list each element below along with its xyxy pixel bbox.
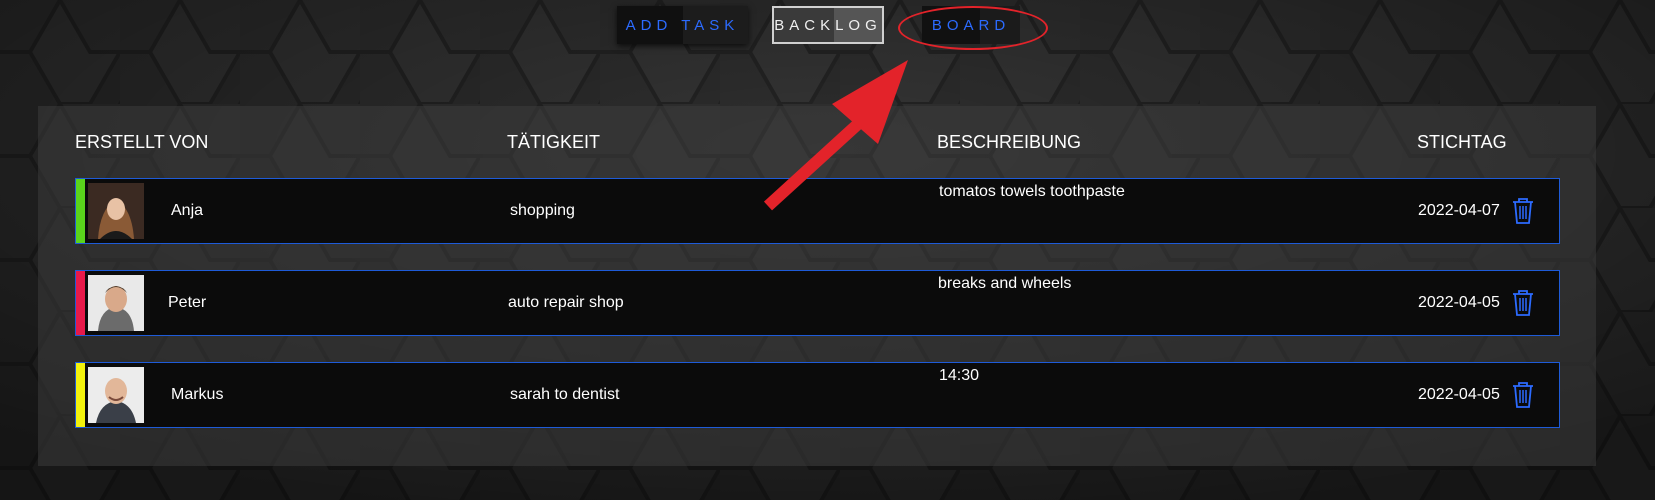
avatar bbox=[88, 275, 144, 331]
top-navigation: ADD TASK BACKLOG BOARD bbox=[0, 6, 1655, 46]
description-text: 14:30 bbox=[939, 367, 980, 384]
activity-text: sarah to dentist bbox=[510, 386, 620, 403]
priority-stripe bbox=[76, 271, 85, 335]
activity-text: shopping bbox=[510, 202, 575, 219]
creator-name: Peter bbox=[168, 294, 207, 311]
backlog-button[interactable]: BACKLOG bbox=[772, 6, 884, 44]
table-row[interactable]: Anja shopping tomatos towels toothpaste … bbox=[75, 178, 1560, 244]
creator-name: Anja bbox=[171, 202, 204, 219]
header-activity: TÄTIGKEIT bbox=[507, 132, 601, 152]
priority-stripe bbox=[76, 179, 85, 243]
avatar bbox=[88, 367, 144, 423]
add-task-label: ADD TASK bbox=[625, 16, 740, 34]
creator-name: Markus bbox=[171, 386, 224, 403]
due-date-text: 2022-04-07 bbox=[1418, 202, 1500, 219]
activity-text: auto repair shop bbox=[508, 294, 624, 311]
backlog-label: BACKLOG bbox=[774, 16, 882, 34]
header-due-date: STICHTAG bbox=[1417, 132, 1507, 152]
header-description: BESCHREIBUNG bbox=[937, 132, 1082, 152]
due-date-text: 2022-04-05 bbox=[1418, 294, 1500, 311]
description-text: breaks and wheels bbox=[938, 275, 1072, 292]
due-date-text: 2022-04-05 bbox=[1418, 386, 1500, 403]
trash-icon[interactable] bbox=[1511, 289, 1535, 317]
table-row[interactable]: Peter auto repair shop breaks and wheels… bbox=[75, 270, 1560, 336]
add-task-button[interactable]: ADD TASK bbox=[617, 6, 748, 44]
priority-stripe bbox=[76, 363, 85, 427]
trash-icon[interactable] bbox=[1511, 197, 1535, 225]
trash-icon[interactable] bbox=[1511, 381, 1535, 409]
description-text: tomatos towels toothpaste bbox=[939, 183, 1125, 200]
header-created-by: ERSTELLT VON bbox=[75, 132, 209, 152]
avatar bbox=[88, 183, 144, 239]
board-label: BOARD bbox=[931, 16, 1011, 34]
table-row[interactable]: Markus sarah to dentist 14:30 2022-04-05 bbox=[75, 362, 1560, 428]
